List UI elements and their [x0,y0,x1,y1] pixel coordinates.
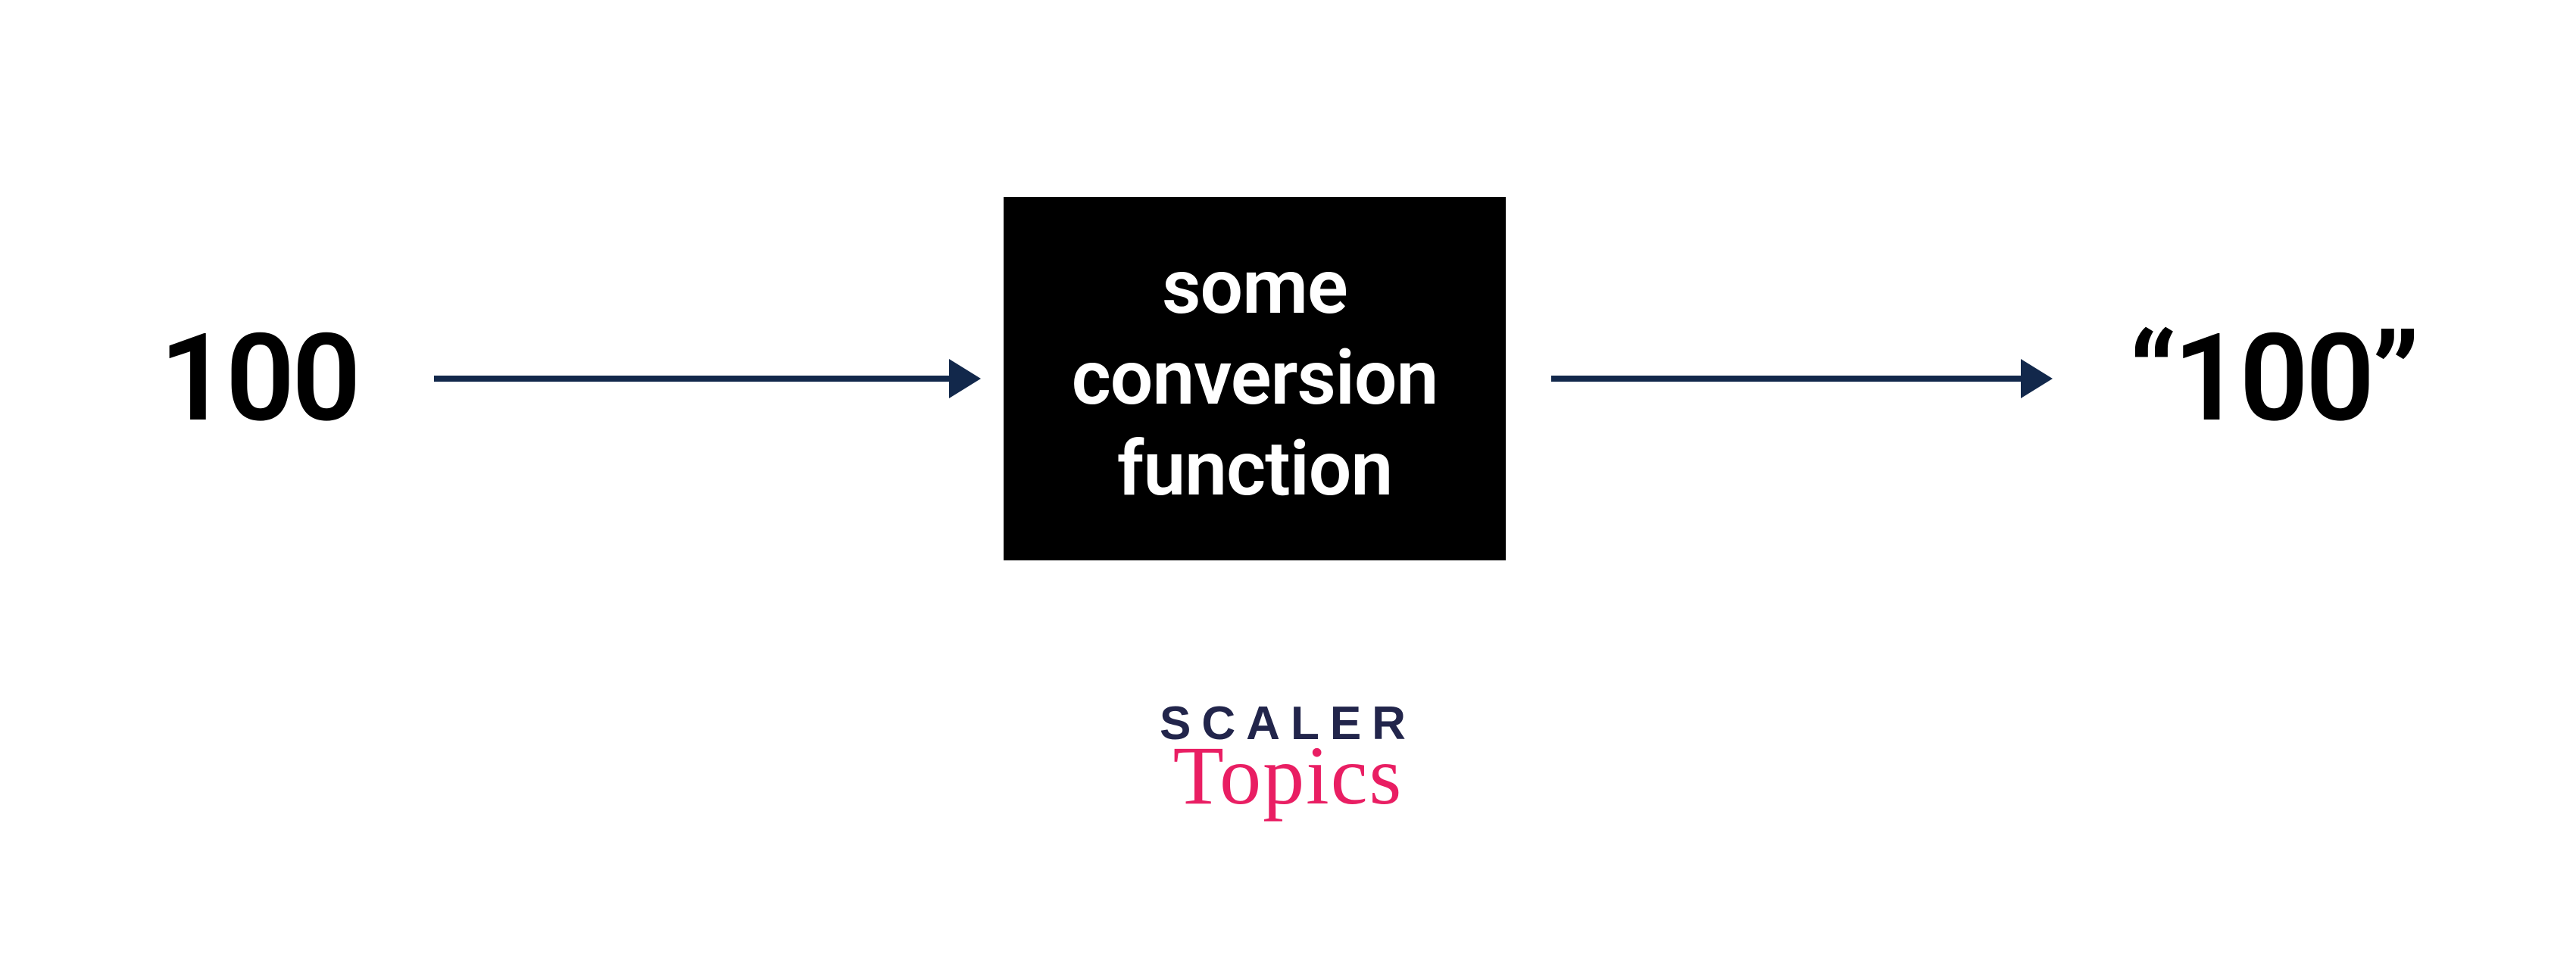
input-value: 100 [159,308,358,450]
arrow-line [434,376,949,382]
box-text-line: some [1072,242,1438,333]
arrow-head-icon [949,359,981,398]
conversion-diagram: 100 some conversion function “100” [0,197,2576,560]
conversion-function-box: some conversion function [1004,197,1507,560]
box-text-line: conversion [1072,333,1438,424]
arrow-head-icon [2021,359,2053,398]
brand-sub: Topics [1160,728,1416,824]
arrow-right [1551,359,2053,398]
arrow-line [1551,376,2021,382]
arrow-left [434,359,981,398]
output-value: “100” [2128,308,2416,450]
brand-logo: SCALER Topics [1160,697,1416,824]
box-text-line: function [1072,424,1438,515]
